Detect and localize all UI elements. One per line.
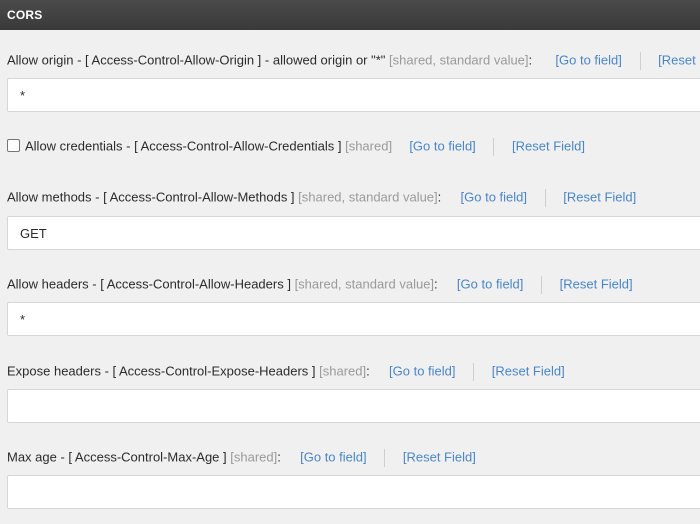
go-to-field-link[interactable]: [Go to field]: [555, 52, 621, 67]
field-label: Allow methods - [ Access-Control-Allow-M…: [7, 189, 295, 205]
expose-headers-input[interactable]: [7, 389, 700, 423]
separator: [493, 138, 495, 156]
reset-field-link[interactable]: [Reset Field]: [658, 52, 700, 67]
field-colon: :: [437, 189, 442, 205]
field-label: Allow headers - [ Access-Control-Allow-H…: [7, 276, 291, 292]
field-label: Allow origin - [ Access-Control-Allow-Or…: [7, 52, 386, 68]
allow-headers-input[interactable]: [7, 302, 700, 336]
allow-methods-input[interactable]: [7, 216, 700, 250]
field-meta: [shared, standard value]: [298, 189, 438, 205]
go-to-field-link[interactable]: [Go to field]: [461, 189, 527, 204]
field-label: Expose headers - [ Access-Control-Expose…: [7, 363, 316, 379]
go-to-field-link[interactable]: [Go to field]: [300, 449, 366, 464]
field-label-row-allow-methods: Allow methods - [ Access-Control-Allow-M…: [7, 189, 636, 207]
section-title: CORS: [7, 8, 43, 22]
go-to-field-link[interactable]: [Go to field]: [457, 276, 523, 291]
field-label-row-allow-credentials: Allow credentials - [ Access-Control-All…: [7, 138, 585, 156]
field-meta: [shared]: [319, 363, 367, 379]
reset-field-link[interactable]: [Reset Field]: [560, 276, 633, 291]
field-meta: [shared]: [230, 449, 278, 465]
max-age-input[interactable]: [7, 475, 700, 509]
separator: [544, 189, 546, 207]
field-colon: :: [528, 52, 533, 68]
reset-field-link[interactable]: [Reset Field]: [563, 189, 636, 204]
reset-field-link[interactable]: [Reset Field]: [512, 138, 585, 153]
allow-origin-input[interactable]: [7, 78, 700, 112]
field-meta: [shared, standard value]: [294, 276, 435, 292]
section-header-cors: CORS: [0, 0, 700, 30]
field-label-row-allow-origin: Allow origin - [ Access-Control-Allow-Or…: [7, 52, 700, 70]
field-meta: [shared]: [345, 138, 393, 154]
allow-credentials-checkbox[interactable]: [7, 139, 20, 153]
field-label-row-expose-headers: Expose headers - [ Access-Control-Expose…: [7, 363, 565, 381]
field-label: Allow credentials - [ Access-Control-All…: [25, 138, 342, 154]
field-colon: :: [434, 276, 438, 292]
separator: [473, 363, 475, 381]
separator: [541, 276, 543, 294]
reset-field-link[interactable]: [Reset Field]: [403, 449, 476, 464]
go-to-field-link[interactable]: [Go to field]: [409, 138, 475, 153]
field-label-row-max-age: Max age - [ Access-Control-Max-Age ] [sh…: [7, 449, 476, 467]
separator: [639, 52, 641, 70]
field-meta: [shared, standard value]: [389, 52, 529, 68]
reset-field-link[interactable]: [Reset Field]: [492, 363, 565, 378]
go-to-field-link[interactable]: [Go to field]: [389, 363, 455, 378]
field-label-row-allow-headers: Allow headers - [ Access-Control-Allow-H…: [7, 276, 633, 294]
field-colon: :: [277, 449, 281, 465]
field-colon: :: [366, 363, 370, 379]
field-label: Max age - [ Access-Control-Max-Age ]: [7, 449, 227, 465]
separator: [384, 449, 386, 467]
